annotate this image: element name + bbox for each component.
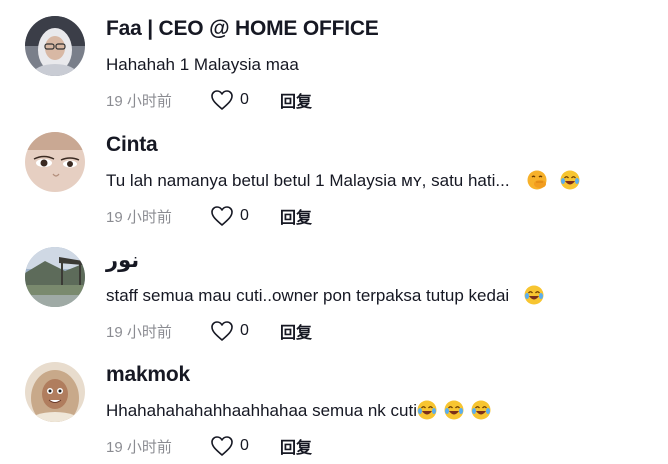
comment-item: makmok Hhahahahahahhaahhahaa semua nk cu… [0,356,668,464]
comment-text: Hahahah 1 Malaysia maa [106,53,299,77]
comment-time: 19 小时前 [106,438,172,456]
avatar[interactable] [25,362,85,422]
face-with-tears-of-joy-icon [471,400,491,420]
comment-meta: 19 小时前 0 回复 [106,88,312,112]
comment-text: Hhahahahahahhaahhahaa semua nk cuti [106,399,491,423]
heart-icon [211,436,233,456]
heart-icon [211,206,233,226]
comment-username[interactable]: نور [106,245,139,275]
heart-icon [211,90,233,110]
like-button[interactable]: 0 [210,205,280,227]
reply-button[interactable]: 回复 [280,319,312,343]
like-count: 0 [240,437,249,454]
comment-time: 19 小时前 [106,92,172,110]
reply-button[interactable]: 回复 [280,88,312,112]
avatar-image [25,247,85,307]
avatar[interactable] [25,247,85,307]
like-button[interactable]: 0 [210,89,280,111]
face-with-tears-of-joy-icon [560,170,580,190]
comment-item: Cinta Tu lah namanya betul betul 1 Malay… [0,126,668,236]
comment-username[interactable]: makmok [106,360,190,390]
comment-time: 19 小时前 [106,323,172,341]
avatar[interactable] [25,16,85,76]
comment-list: Faa | CEO @ HOME OFFICE Hahahah 1 Malays… [0,0,668,464]
avatar[interactable] [25,132,85,192]
like-button[interactable]: 0 [210,320,280,342]
like-button[interactable]: 0 [210,435,280,457]
comment-text-content: Hhahahahahahhaahhahaa semua nk cuti [106,401,417,420]
face-with-tears-of-joy-icon [524,285,544,305]
comment-text: Tu lah namanya betul betul 1 Malaysia ᴍʏ… [106,169,580,193]
reply-button[interactable]: 回复 [280,204,312,228]
comment-item: Faa | CEO @ HOME OFFICE Hahahah 1 Malays… [0,10,668,120]
comment-meta: 19 小时前 0 回复 [106,204,312,228]
face-with-hand-over-mouth-icon [527,170,547,190]
comment-username[interactable]: Cinta [106,130,158,160]
like-count: 0 [240,207,249,224]
comment-item: نور staff semua mau cuti..owner pon terp… [0,241,668,351]
face-with-tears-of-joy-icon [417,400,437,420]
reply-button[interactable]: 回复 [280,434,312,458]
like-count: 0 [240,91,249,108]
like-count: 0 [240,322,249,339]
avatar-image [25,16,85,76]
comment-meta: 19 小时前 0 回复 [106,319,312,343]
avatar-image [25,132,85,192]
heart-icon [211,321,233,341]
comment-username[interactable]: Faa | CEO @ HOME OFFICE [106,14,379,44]
comment-time: 19 小时前 [106,208,172,226]
comment-text: staff semua mau cuti..owner pon terpaksa… [106,284,544,308]
comment-text-content: Tu lah namanya betul betul 1 Malaysia ᴍʏ… [106,171,510,190]
comment-text-content: staff semua mau cuti..owner pon terpaksa… [106,286,510,305]
comment-text-content: Hahahah 1 Malaysia maa [106,55,299,74]
face-with-tears-of-joy-icon [444,400,464,420]
comment-meta: 19 小时前 0 回复 [106,434,312,458]
avatar-image [25,362,85,422]
